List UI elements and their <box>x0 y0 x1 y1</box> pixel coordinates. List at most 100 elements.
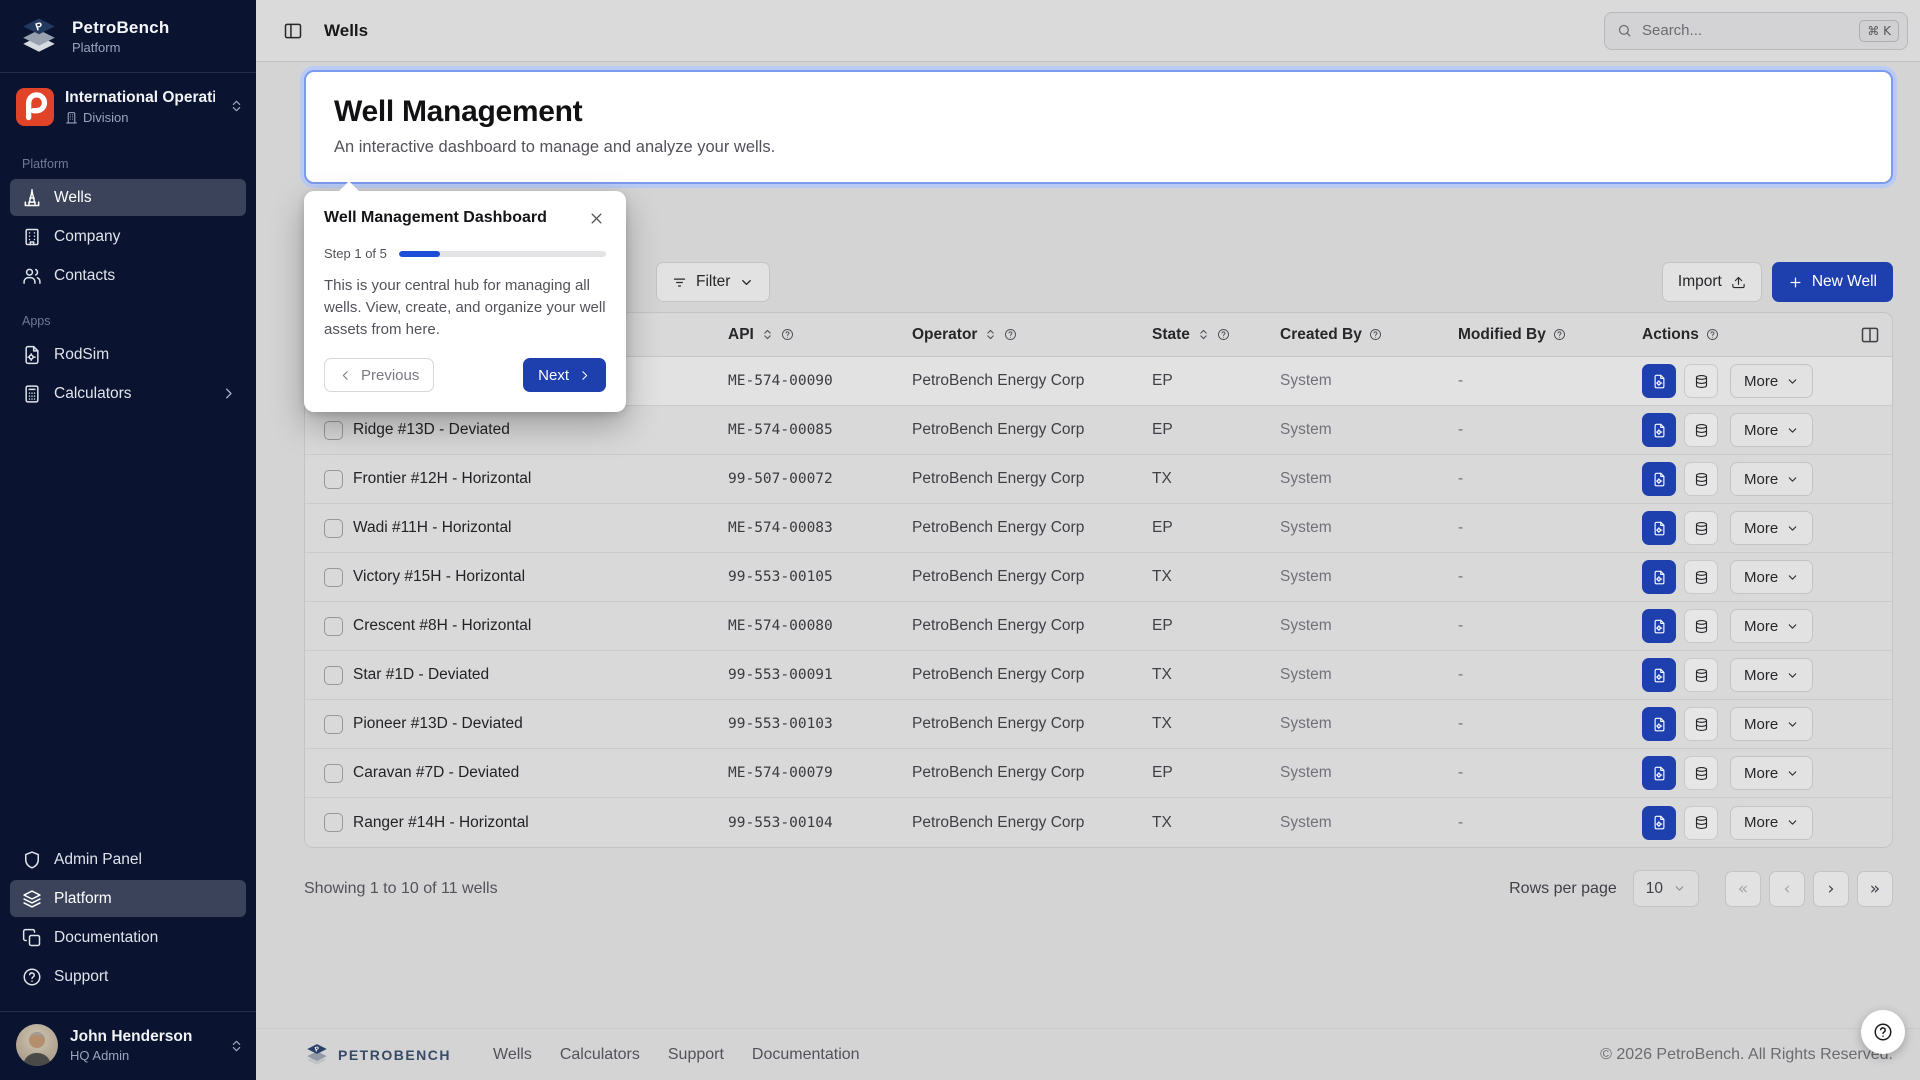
footer-link[interactable]: Wells <box>493 1046 532 1064</box>
row-more-button[interactable]: More <box>1730 413 1813 447</box>
sort-icon[interactable] <box>761 328 774 341</box>
row-checkbox[interactable] <box>324 764 343 783</box>
header-created-by[interactable]: Created By <box>1280 326 1458 344</box>
table-row[interactable]: Frontier #12H - Horizontal 99-507-00072 … <box>305 455 1892 504</box>
database-action-button[interactable] <box>1684 806 1718 840</box>
sidebar-footer-item[interactable]: Support <box>10 958 246 995</box>
sidebar-footer-item[interactable]: Documentation <box>10 919 246 956</box>
sidebar-item[interactable]: Wells <box>10 179 246 216</box>
database-action-button[interactable] <box>1684 756 1718 790</box>
previous-step-button[interactable]: Previous <box>324 358 434 392</box>
help-icon[interactable] <box>1004 328 1017 341</box>
cell-well-name[interactable]: Wadi #11H - Horizontal <box>353 519 728 537</box>
sidebar-item[interactable]: Contacts <box>10 257 246 294</box>
row-more-button[interactable]: More <box>1730 756 1813 790</box>
cell-well-name[interactable]: Pioneer #13D - Deviated <box>353 715 728 733</box>
footer-link[interactable]: Documentation <box>752 1046 860 1064</box>
cell-well-name[interactable]: Ridge #13D - Deviated <box>353 421 728 439</box>
help-icon[interactable] <box>1369 328 1382 341</box>
cell-well-name[interactable]: Star #1D - Deviated <box>353 666 728 684</box>
row-more-button[interactable]: More <box>1730 609 1813 643</box>
database-action-button[interactable] <box>1684 413 1718 447</box>
database-action-button[interactable] <box>1684 658 1718 692</box>
row-more-button[interactable]: More <box>1730 511 1813 545</box>
row-checkbox[interactable] <box>324 470 343 489</box>
database-action-button[interactable] <box>1684 511 1718 545</box>
cell-well-name[interactable]: Crescent #8H - Horizontal <box>353 617 728 635</box>
rodsim-action-button[interactable] <box>1642 413 1676 447</box>
rodsim-action-button[interactable] <box>1642 806 1676 840</box>
footer-link[interactable]: Calculators <box>560 1046 640 1064</box>
rodsim-action-button[interactable] <box>1642 462 1676 496</box>
database-action-button[interactable] <box>1684 560 1718 594</box>
row-more-button[interactable]: More <box>1730 806 1813 840</box>
row-more-button[interactable]: More <box>1730 364 1813 398</box>
next-page-button[interactable]: › <box>1813 871 1849 907</box>
row-checkbox[interactable] <box>324 568 343 587</box>
last-page-button[interactable]: » <box>1857 871 1893 907</box>
row-checkbox[interactable] <box>324 617 343 636</box>
database-action-button[interactable] <box>1684 609 1718 643</box>
previous-page-button[interactable]: ‹ <box>1769 871 1805 907</box>
rows-per-page-select[interactable]: 10 <box>1633 870 1699 907</box>
global-search[interactable]: ⌘ K <box>1604 12 1908 50</box>
sidebar-item[interactable]: RodSim <box>10 336 246 373</box>
header-api[interactable]: API <box>728 326 912 344</box>
row-more-button[interactable]: More <box>1730 560 1813 594</box>
header-modified-by[interactable]: Modified By <box>1458 326 1642 344</box>
help-icon[interactable] <box>781 328 794 341</box>
database-action-button[interactable] <box>1684 364 1718 398</box>
rodsim-action-button[interactable] <box>1642 658 1676 692</box>
row-checkbox[interactable] <box>324 715 343 734</box>
rodsim-action-button[interactable] <box>1642 707 1676 741</box>
sidebar-item[interactable]: Calculators <box>10 375 246 412</box>
table-row[interactable]: Victory #15H - Horizontal 99-553-00105 P… <box>305 553 1892 602</box>
row-more-button[interactable]: More <box>1730 462 1813 496</box>
next-step-button[interactable]: Next <box>523 358 606 392</box>
table-row[interactable]: Caravan #7D - Deviated ME-574-00079 Petr… <box>305 749 1892 798</box>
search-input[interactable] <box>1642 22 1849 39</box>
sidebar-item[interactable]: Company <box>10 218 246 255</box>
sidebar-toggle-button[interactable] <box>276 14 310 48</box>
help-fab-button[interactable] <box>1861 1010 1905 1054</box>
database-action-button[interactable] <box>1684 462 1718 496</box>
cell-well-name[interactable]: Frontier #12H - Horizontal <box>353 470 728 488</box>
table-row[interactable]: Ranger #14H - Horizontal 99-553-00104 Pe… <box>305 798 1892 847</box>
rodsim-action-button[interactable] <box>1642 756 1676 790</box>
cell-well-name[interactable]: Victory #15H - Horizontal <box>353 568 728 586</box>
row-more-button[interactable]: More <box>1730 658 1813 692</box>
org-switcher[interactable]: International Operatio Division <box>0 73 256 139</box>
row-checkbox[interactable] <box>324 813 343 832</box>
new-well-button[interactable]: New Well <box>1772 262 1893 302</box>
cell-well-name[interactable]: Caravan #7D - Deviated <box>353 764 728 782</box>
help-icon[interactable] <box>1706 328 1719 341</box>
column-view-button[interactable] <box>1848 325 1892 345</box>
cell-well-name[interactable]: Ranger #14H - Horizontal <box>353 814 728 832</box>
footer-link[interactable]: Support <box>668 1046 724 1064</box>
table-row[interactable]: Crescent #8H - Horizontal ME-574-00080 P… <box>305 602 1892 651</box>
sort-icon[interactable] <box>984 328 997 341</box>
sort-icon[interactable] <box>1197 328 1210 341</box>
row-checkbox[interactable] <box>324 666 343 685</box>
database-action-button[interactable] <box>1684 707 1718 741</box>
user-menu[interactable]: John Henderson HQ Admin <box>0 1011 256 1080</box>
rodsim-action-button[interactable] <box>1642 364 1676 398</box>
import-button[interactable]: Import <box>1662 262 1762 302</box>
table-row[interactable]: Pioneer #13D - Deviated 99-553-00103 Pet… <box>305 700 1892 749</box>
header-state[interactable]: State <box>1152 326 1280 344</box>
sidebar-footer-item[interactable]: Admin Panel <box>10 841 246 878</box>
table-row[interactable]: Ridge #13D - Deviated ME-574-00085 Petro… <box>305 406 1892 455</box>
row-more-button[interactable]: More <box>1730 707 1813 741</box>
rodsim-action-button[interactable] <box>1642 609 1676 643</box>
row-checkbox[interactable] <box>324 519 343 538</box>
help-icon[interactable] <box>1553 328 1566 341</box>
rodsim-action-button[interactable] <box>1642 511 1676 545</box>
rodsim-action-button[interactable] <box>1642 560 1676 594</box>
first-page-button[interactable]: « <box>1725 871 1761 907</box>
sidebar-footer-item[interactable]: Platform <box>10 880 246 917</box>
filter-button[interactable]: Filter <box>656 262 770 302</box>
help-icon[interactable] <box>1217 328 1230 341</box>
close-button[interactable] <box>587 209 606 231</box>
row-checkbox[interactable] <box>324 421 343 440</box>
table-row[interactable]: Wadi #11H - Horizontal ME-574-00083 Petr… <box>305 504 1892 553</box>
